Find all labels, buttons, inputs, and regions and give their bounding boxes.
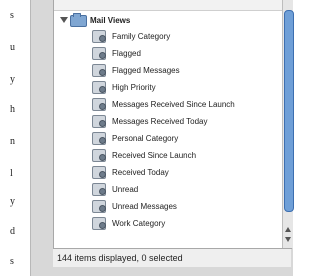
left-text-char: y (10, 74, 15, 85)
list-item-label: Unread Messages (112, 201, 177, 211)
list-item-label: Personal Category (112, 133, 179, 143)
list-item[interactable]: Messages Received Since Launch (54, 96, 276, 112)
list-item[interactable]: High Priority (54, 79, 276, 95)
mail-views-list: Mail Views Family Category Flagged Flagg… (53, 0, 294, 249)
smart-folder-icon (92, 200, 106, 213)
smart-folder-icon (92, 149, 106, 162)
list-item[interactable]: Received Since Launch (54, 147, 276, 163)
scrollbar-thumb[interactable] (284, 10, 294, 212)
mail-views-panel: Mail Views Family Category Flagged Flagg… (30, 0, 294, 276)
list-item-label: Work Category (112, 218, 166, 228)
status-text: 144 items displayed, 0 selected (57, 253, 183, 263)
left-text-char: u (10, 42, 15, 53)
status-bar: 144 items displayed, 0 selected (53, 249, 291, 267)
list-top-edge (54, 0, 292, 11)
list-item-label: Received Since Launch (112, 150, 197, 160)
vertical-scrollbar[interactable] (282, 0, 294, 248)
folder-icon (70, 13, 87, 27)
list-item-label: High Priority (112, 82, 156, 92)
scroll-up-arrow-icon[interactable] (285, 227, 291, 232)
list-item[interactable]: Unread (54, 181, 276, 197)
smart-folder-icon (92, 81, 106, 94)
list-item-label: Family Category (112, 31, 171, 41)
left-text-char: y (10, 196, 15, 207)
list-item-label: Flagged (112, 48, 141, 58)
scroll-down-arrow-icon[interactable] (285, 237, 291, 242)
smart-folder-icon (92, 30, 106, 43)
smart-folder-icon (92, 217, 106, 230)
disclosure-triangle-icon[interactable] (60, 17, 68, 23)
list-item-label: Messages Received Today (112, 116, 208, 126)
left-cropped-text: s u y h n l y d s (0, 0, 22, 276)
smart-folder-icon (92, 166, 106, 179)
list-item[interactable]: Flagged Messages (54, 62, 276, 78)
list-item[interactable]: Personal Category (54, 130, 276, 146)
list-item[interactable]: Flagged (54, 45, 276, 61)
tree-group-mail-views[interactable]: Mail Views (54, 12, 276, 28)
list-item-label: Received Today (112, 167, 169, 177)
list-item[interactable]: Family Category (54, 28, 276, 44)
smart-folder-icon (92, 64, 106, 77)
list-item[interactable]: Work Category (54, 215, 276, 231)
smart-folder-icon (92, 115, 106, 128)
tree-group-label: Mail Views (90, 15, 131, 25)
left-text-char: l (10, 168, 13, 179)
left-text-char: s (10, 256, 14, 267)
smart-folder-icon (92, 183, 106, 196)
left-text-char: d (10, 226, 15, 237)
list-item-label: Messages Received Since Launch (112, 99, 235, 109)
smart-folder-icon (92, 132, 106, 145)
list-item-label: Unread (112, 184, 139, 194)
list-item-label: Flagged Messages (112, 65, 180, 75)
list-item[interactable]: Received Today (54, 164, 276, 180)
list-item[interactable]: Messages Received Today (54, 113, 276, 129)
list-item[interactable]: Unread Messages (54, 198, 276, 214)
left-text-char: s (10, 10, 14, 21)
smart-folder-icon (92, 47, 106, 60)
left-text-char: h (10, 104, 15, 115)
left-text-char: n (10, 136, 15, 147)
smart-folder-icon (92, 98, 106, 111)
